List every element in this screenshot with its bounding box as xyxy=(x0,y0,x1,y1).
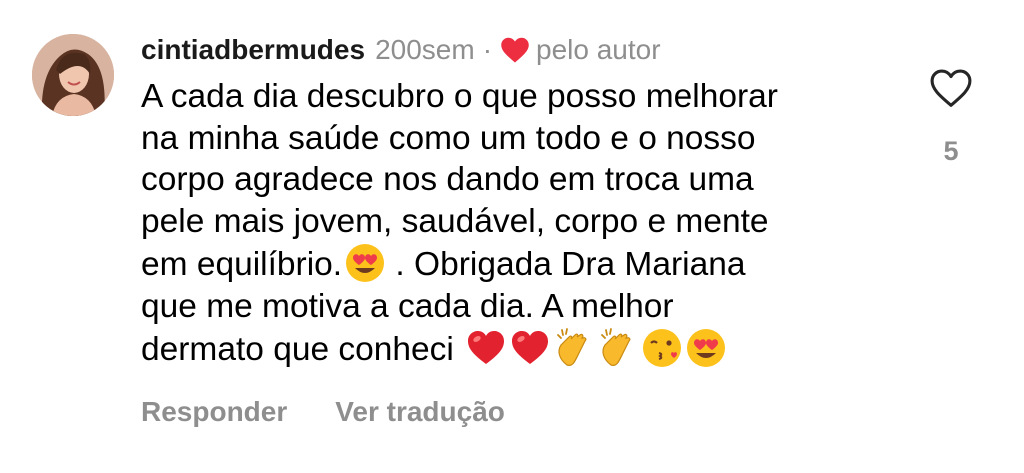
timestamp: 200sem xyxy=(375,34,475,65)
comment-line: A cada dia descubro o que posso melhorar xyxy=(141,78,778,115)
clapping-hands-emoji xyxy=(553,327,595,369)
comment-text: A cada dia descubro o que posso melhorar… xyxy=(141,76,901,371)
comment-line: na minha saúde como um todo e o nosso xyxy=(141,119,756,157)
reply-button[interactable]: Responder xyxy=(141,396,287,428)
clapping-hands-emoji xyxy=(597,327,639,369)
avatar[interactable] xyxy=(32,34,114,116)
red-heart-emoji xyxy=(465,327,507,369)
comment-meta: cintiadbermudes 200sem · pelo autor xyxy=(141,30,901,70)
kissing-face-emoji xyxy=(641,327,683,369)
comment-line: que me motiva a cada dia. A melhor xyxy=(141,287,674,325)
comment-line: dermato que conheci xyxy=(141,327,901,371)
comment-line: corpo agradece nos dando em troca uma xyxy=(141,161,754,198)
comment-line-text: . Obrigada Dra Mariana xyxy=(386,246,746,283)
see-translation-button[interactable]: Ver tradução xyxy=(335,396,505,428)
comment-line-text: dermato que conheci xyxy=(141,331,454,368)
comment-actions: Responder Ver tradução xyxy=(141,396,505,428)
liked-by-author-label: pelo autor xyxy=(536,34,661,65)
like-count[interactable]: 5 xyxy=(925,136,977,167)
comment-line-text: em equilíbrio. xyxy=(141,246,343,283)
comment-line: pele mais jovem, saudável, corpo e mente xyxy=(141,202,769,240)
heart-eyes-emoji xyxy=(344,242,386,284)
heart-eyes-emoji xyxy=(685,327,727,369)
separator: · xyxy=(482,34,493,65)
comment-line: em equilíbrio. . Obrigada Dra Mariana xyxy=(141,242,901,286)
heart-filled-icon xyxy=(500,36,530,64)
heart-outline-icon[interactable] xyxy=(925,68,977,108)
username[interactable]: cintiadbermudes xyxy=(141,34,365,66)
comment: cintiadbermudes 200sem · pelo autor A ca… xyxy=(141,30,901,371)
red-heart-emoji xyxy=(509,327,551,369)
avatar-image xyxy=(32,34,114,116)
like-control: 5 xyxy=(925,68,977,168)
